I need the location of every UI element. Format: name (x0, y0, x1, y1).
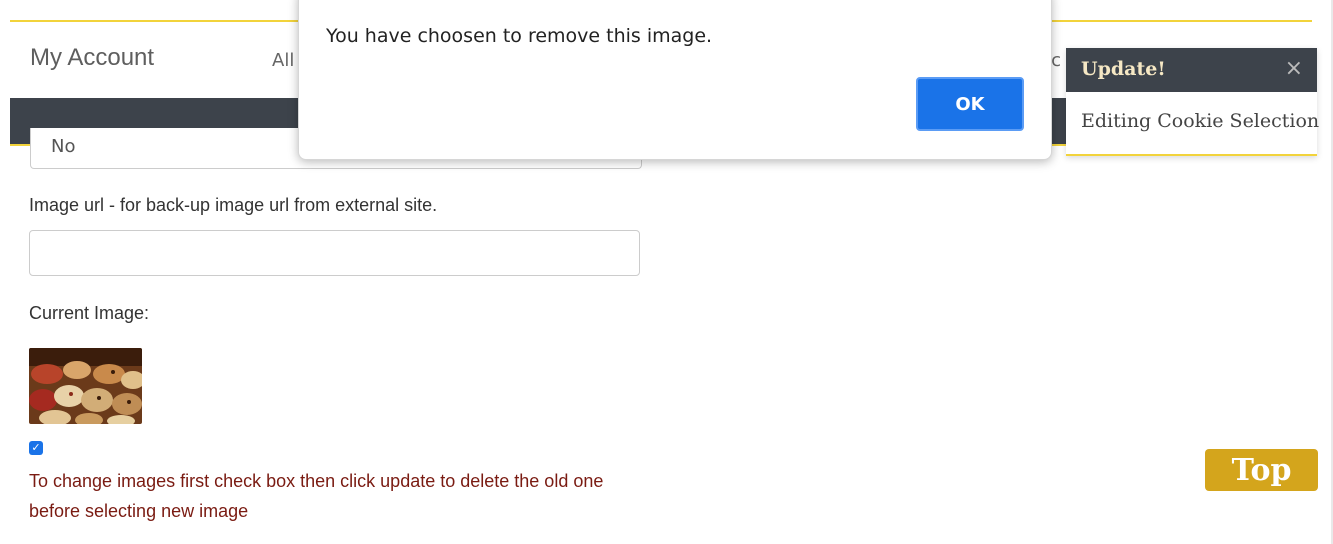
image-url-input[interactable] (29, 230, 640, 276)
update-toast: Update! × Editing Cookie Selection (1066, 48, 1320, 156)
cookie-photo-image (29, 348, 142, 424)
toast-title: Update! (1081, 58, 1166, 80)
brand-title[interactable]: My Account (30, 44, 154, 72)
nav-link-all[interactable]: All (272, 50, 294, 71)
current-image-thumbnail (29, 348, 142, 424)
previous-input-value: No (51, 136, 76, 157)
toast-body: Editing Cookie Selection (1081, 110, 1320, 132)
close-icon[interactable]: × (1285, 56, 1303, 81)
change-image-note: To change images first check box then cl… (29, 471, 604, 521)
image-url-label: Image url - for back-up image url from e… (29, 195, 438, 215)
alert-dialog: You have choosen to remove this image. O… (298, 0, 1052, 160)
current-image-label: Current Image: (29, 303, 150, 323)
toast-header: Update! × (1066, 48, 1317, 92)
back-to-top-button[interactable]: Top (1205, 449, 1318, 491)
dialog-message: You have choosen to remove this image. (326, 25, 713, 47)
delete-image-checkbox[interactable]: ✓ (29, 441, 43, 455)
ok-button[interactable]: OK (916, 77, 1024, 131)
